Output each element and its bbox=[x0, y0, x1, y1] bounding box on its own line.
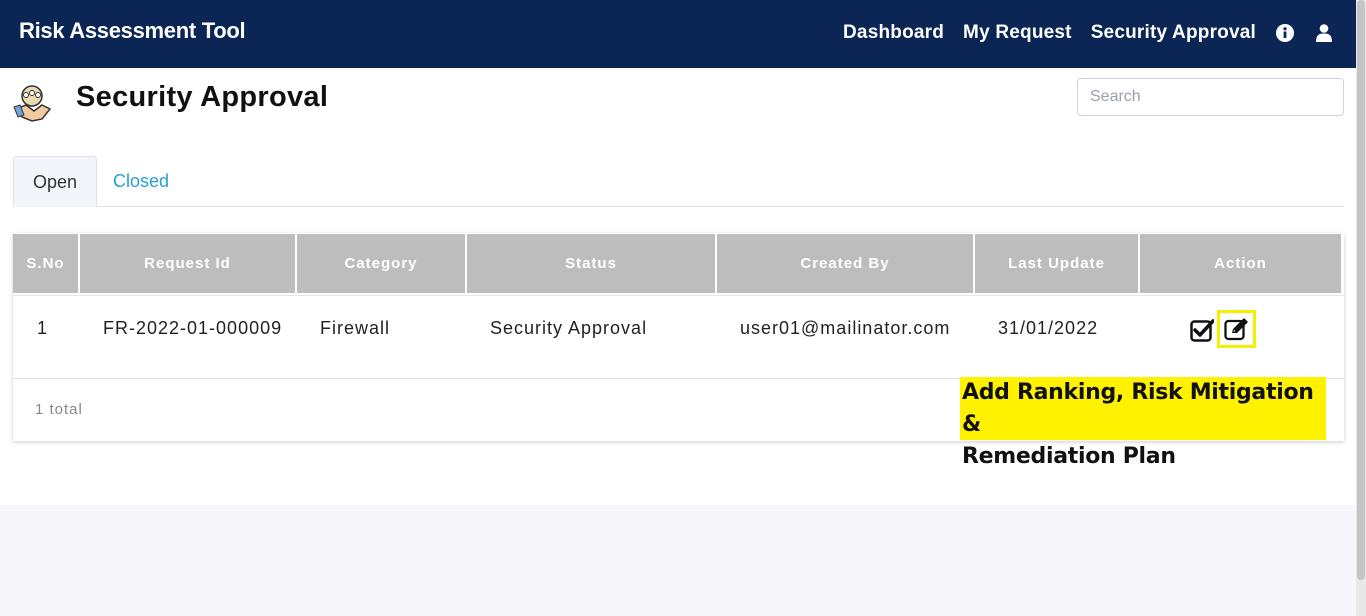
tab-closed[interactable]: Closed bbox=[94, 156, 188, 207]
info-icon[interactable] bbox=[1275, 22, 1295, 44]
status-tabs: Open Closed bbox=[13, 156, 1344, 207]
edit-icon[interactable] bbox=[1217, 310, 1256, 348]
cell-category: Firewall bbox=[320, 318, 391, 338]
column-header-request-id: Request Id bbox=[80, 234, 295, 293]
scrollbar-thumb[interactable] bbox=[1357, 0, 1365, 580]
column-header-created-by: Created By bbox=[717, 234, 973, 293]
annotation-line-1: Add Ranking, Risk Mitigation & bbox=[962, 380, 1314, 437]
cell-status: Security Approval bbox=[490, 318, 648, 338]
nav-my-request[interactable]: My Request bbox=[963, 22, 1072, 44]
cell-request-id: FR-2022-01-000009 bbox=[103, 318, 283, 338]
brand-title[interactable]: Risk Assessment Tool bbox=[19, 18, 246, 44]
annotation-callout: Add Ranking, Risk Mitigation & Remediati… bbox=[960, 377, 1326, 469]
nav-security-approval[interactable]: Security Approval bbox=[1091, 22, 1256, 44]
handshake-team-icon bbox=[12, 83, 52, 123]
tab-open[interactable]: Open bbox=[13, 156, 98, 207]
cell-last-update: 31/01/2022 bbox=[998, 318, 1099, 338]
column-header-category: Category bbox=[297, 234, 465, 293]
user-icon[interactable] bbox=[1314, 22, 1334, 44]
table-row: 1 FR-2022-01-000009 Firewall Security Ap… bbox=[13, 295, 1344, 379]
column-header-status: Status bbox=[467, 234, 715, 293]
checkbox-check-icon[interactable] bbox=[1190, 318, 1215, 342]
column-header-sno: S.No bbox=[13, 234, 78, 293]
page-title: Security Approval bbox=[76, 81, 329, 113]
column-header-action: Action bbox=[1140, 234, 1341, 293]
annotation-line-2: Remediation Plan bbox=[962, 444, 1176, 469]
table-header: S.No Request Id Category Status Created … bbox=[13, 233, 1344, 295]
column-header-last-update: Last Update bbox=[975, 234, 1138, 293]
table-total-count: 1 total bbox=[35, 401, 83, 418]
search-input[interactable] bbox=[1077, 78, 1344, 116]
top-navbar: Risk Assessment Tool Dashboard My Reques… bbox=[0, 0, 1356, 68]
nav-dashboard[interactable]: Dashboard bbox=[843, 22, 944, 44]
page-scrollbar[interactable] bbox=[1356, 0, 1366, 616]
cell-created-by: user01@mailinator.com bbox=[740, 318, 951, 338]
nav-links: Dashboard My Request Security Approval bbox=[824, 22, 1334, 44]
cell-sno: 1 bbox=[37, 318, 49, 338]
